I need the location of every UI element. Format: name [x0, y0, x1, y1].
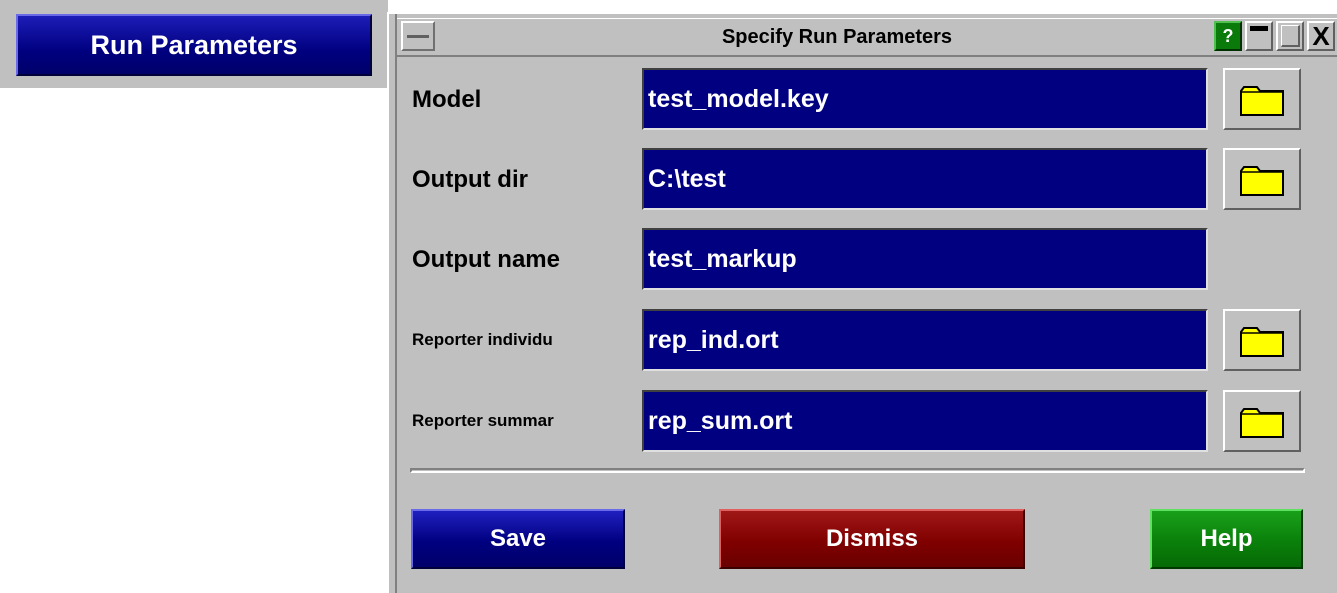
folder-icon	[1240, 166, 1284, 196]
run-parameters-button[interactable]: Run Parameters	[16, 14, 372, 76]
title-buttons: ? X	[1214, 21, 1335, 51]
separator	[410, 468, 1305, 473]
help-button[interactable]: Help	[1150, 509, 1303, 569]
dialog-titlebar[interactable]: Specify Run Parameters ? X	[397, 18, 1337, 57]
launcher-panel: Run Parameters	[0, 0, 388, 88]
reporter-summary-label: Reporter summar	[412, 411, 554, 430]
minimize-icon[interactable]	[1245, 21, 1273, 51]
model-field[interactable]: test_model.key	[642, 68, 1208, 130]
folder-icon	[1240, 408, 1284, 438]
output-dir-browse-button[interactable]	[1223, 148, 1301, 210]
output-dir-label: Output dir	[412, 166, 528, 193]
reporter-individual-label: Reporter individu	[412, 330, 553, 349]
maximize-icon[interactable]	[1276, 21, 1304, 51]
reporter-summary-field[interactable]: rep_sum.ort	[642, 390, 1208, 452]
reporter-summary-browse-button[interactable]	[1223, 390, 1301, 452]
run-parameters-dialog: Specify Run Parameters ? X Model test_mo…	[387, 12, 1337, 593]
help-icon[interactable]: ?	[1214, 21, 1242, 51]
reporter-individual-field[interactable]: rep_ind.ort	[642, 309, 1208, 371]
output-name-label: Output name	[412, 246, 560, 273]
output-dir-field[interactable]: C:\test	[642, 148, 1208, 210]
reporter-individual-browse-button[interactable]	[1223, 309, 1301, 371]
folder-icon	[1240, 86, 1284, 116]
output-name-field[interactable]: test_markup	[642, 228, 1208, 290]
close-icon[interactable]: X	[1307, 21, 1335, 51]
save-button[interactable]: Save	[411, 509, 625, 569]
model-label: Model	[412, 86, 482, 113]
dismiss-button[interactable]: Dismiss	[719, 509, 1025, 569]
dialog-title: Specify Run Parameters	[721, 25, 953, 48]
model-browse-button[interactable]	[1223, 68, 1301, 130]
folder-icon	[1240, 327, 1284, 357]
